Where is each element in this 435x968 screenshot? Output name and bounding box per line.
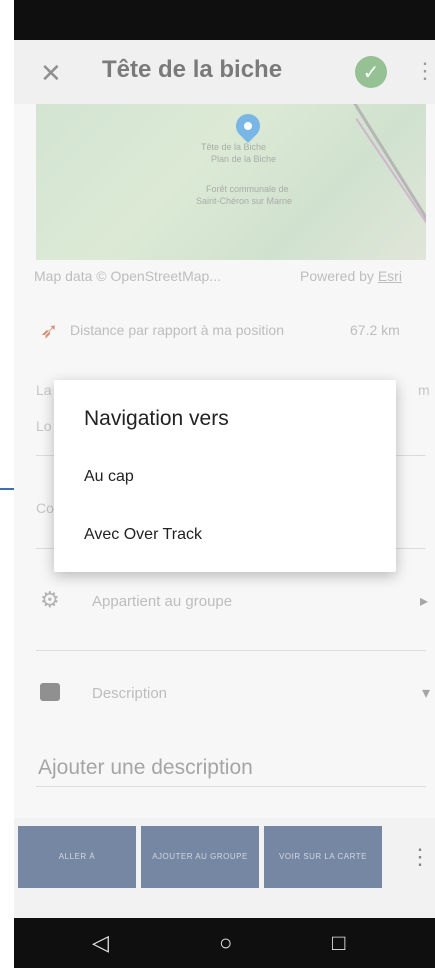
dialog-title: Navigation vers xyxy=(84,407,229,430)
back-icon[interactable]: ◁ xyxy=(92,930,109,956)
recents-icon[interactable]: □ xyxy=(332,930,345,956)
status-bar xyxy=(14,0,435,40)
system-nav-bar: ◁ ○ □ xyxy=(14,918,435,968)
home-icon[interactable]: ○ xyxy=(219,930,232,956)
option-over-track[interactable]: Avec Over Track xyxy=(84,526,202,544)
navigation-dialog: Navigation vers Au cap Avec Over Track xyxy=(54,380,396,572)
phone-screen: ✕ Tête de la biche ✓ ⋮ Tête de la Biche … xyxy=(14,0,435,968)
option-au-cap[interactable]: Au cap xyxy=(84,468,134,486)
